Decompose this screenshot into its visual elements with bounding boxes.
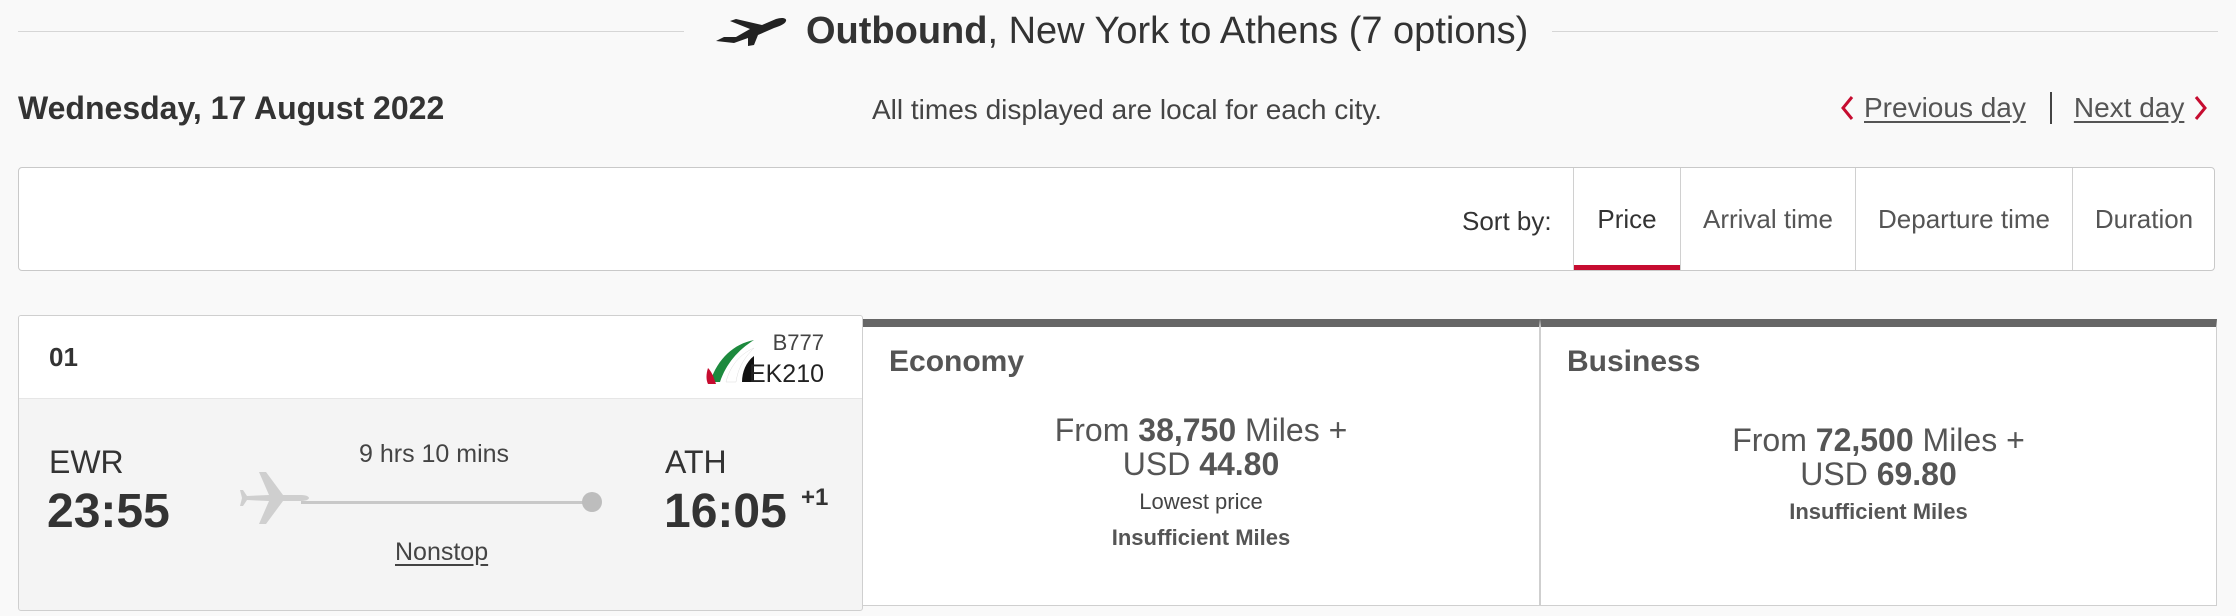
route-line <box>301 501 591 504</box>
chevron-left-icon <box>1841 96 1854 120</box>
fare-currency: USD <box>1800 456 1877 492</box>
direction-label: Outbound <box>806 9 988 52</box>
flight-option-card: 01 B777 EK210 EWR 23:55 9 hrs 10 mins No… <box>18 315 863 611</box>
fare-business-title: Business <box>1567 345 1701 378</box>
next-day-label[interactable]: Next day <box>2074 92 2185 124</box>
flight-card-header: 01 B777 EK210 <box>19 316 862 399</box>
fare-currency: USD <box>1122 446 1200 482</box>
fare-economy-price: From 38,750 Miles + USD 44.80 Lowest pri… <box>863 413 1539 551</box>
route-label: , New York to Athens (7 options) <box>987 9 1529 52</box>
next-day-link[interactable]: Next day <box>2074 92 2209 124</box>
aircraft-type: B777 <box>772 330 824 355</box>
departure-time: 23:55 <box>47 485 170 538</box>
previous-day-link[interactable]: Previous day <box>1840 92 2026 124</box>
day-offset-badge: +1 <box>801 484 829 511</box>
page-title: Outbound, New York to Athens (7 options) <box>714 6 1528 56</box>
day-navigation: Previous day Next day <box>1840 92 2208 124</box>
fare-prefix: From <box>1732 422 1816 458</box>
insufficient-miles-notice: Insufficient Miles <box>1111 525 1291 550</box>
fare-amount: 69.80 <box>1876 456 1957 492</box>
sort-by-label: Sort by: <box>1462 206 1552 236</box>
fare-miles: 72,500 <box>1815 422 1914 458</box>
destination-airport-code: ATH <box>665 444 727 480</box>
plane-departure-icon <box>716 17 787 46</box>
stops-link[interactable]: Nonstop <box>395 538 488 567</box>
insufficient-miles-notice: Insufficient Miles <box>1789 499 1968 524</box>
sort-tab-duration[interactable]: Duration <box>2072 168 2215 270</box>
sort-bar: Sort by: Price Arrival time Departure ti… <box>18 167 2215 271</box>
flight-number: EK210 <box>748 360 824 388</box>
header-divider-left <box>18 31 684 32</box>
timezone-note: All times displayed are local for each c… <box>872 94 1382 125</box>
fare-business-price: From 72,500 Miles + USD 69.80 Insufficie… <box>1541 423 2216 525</box>
flight-duration: 9 hrs 10 mins <box>359 440 510 468</box>
lowest-price-tag: Lowest price <box>1139 489 1263 514</box>
chevron-right-icon <box>2195 96 2208 120</box>
sort-tab-departure-time[interactable]: Departure time <box>1855 168 2072 270</box>
sort-tab-arrival-time[interactable]: Arrival time <box>1680 168 1855 270</box>
travel-date: Wednesday, 17 August 2022 <box>18 90 445 126</box>
fare-miles-suffix: Miles + <box>1236 412 1348 448</box>
airplane-icon <box>240 472 309 524</box>
header-divider-right <box>1552 31 2218 32</box>
option-number: 01 <box>49 342 78 372</box>
fare-amount: 44.80 <box>1199 446 1280 482</box>
fare-miles: 38,750 <box>1138 412 1237 448</box>
origin-airport-code: EWR <box>49 444 124 480</box>
fare-economy-title: Economy <box>889 345 1025 378</box>
fare-miles-suffix: Miles + <box>1913 422 2025 458</box>
fare-economy[interactable]: Economy From 38,750 Miles + USD 44.80 Lo… <box>863 319 1540 606</box>
sort-tab-price[interactable]: Price <box>1573 168 1680 270</box>
day-nav-separator <box>2049 92 2052 124</box>
previous-day-label[interactable]: Previous day <box>1864 92 2026 124</box>
fare-business[interactable]: Business From 72,500 Miles + USD 69.80 I… <box>1540 319 2217 606</box>
route-endpoint-dot <box>582 492 602 512</box>
fare-prefix: From <box>1054 412 1139 448</box>
arrival-time: 16:05 <box>664 485 787 538</box>
